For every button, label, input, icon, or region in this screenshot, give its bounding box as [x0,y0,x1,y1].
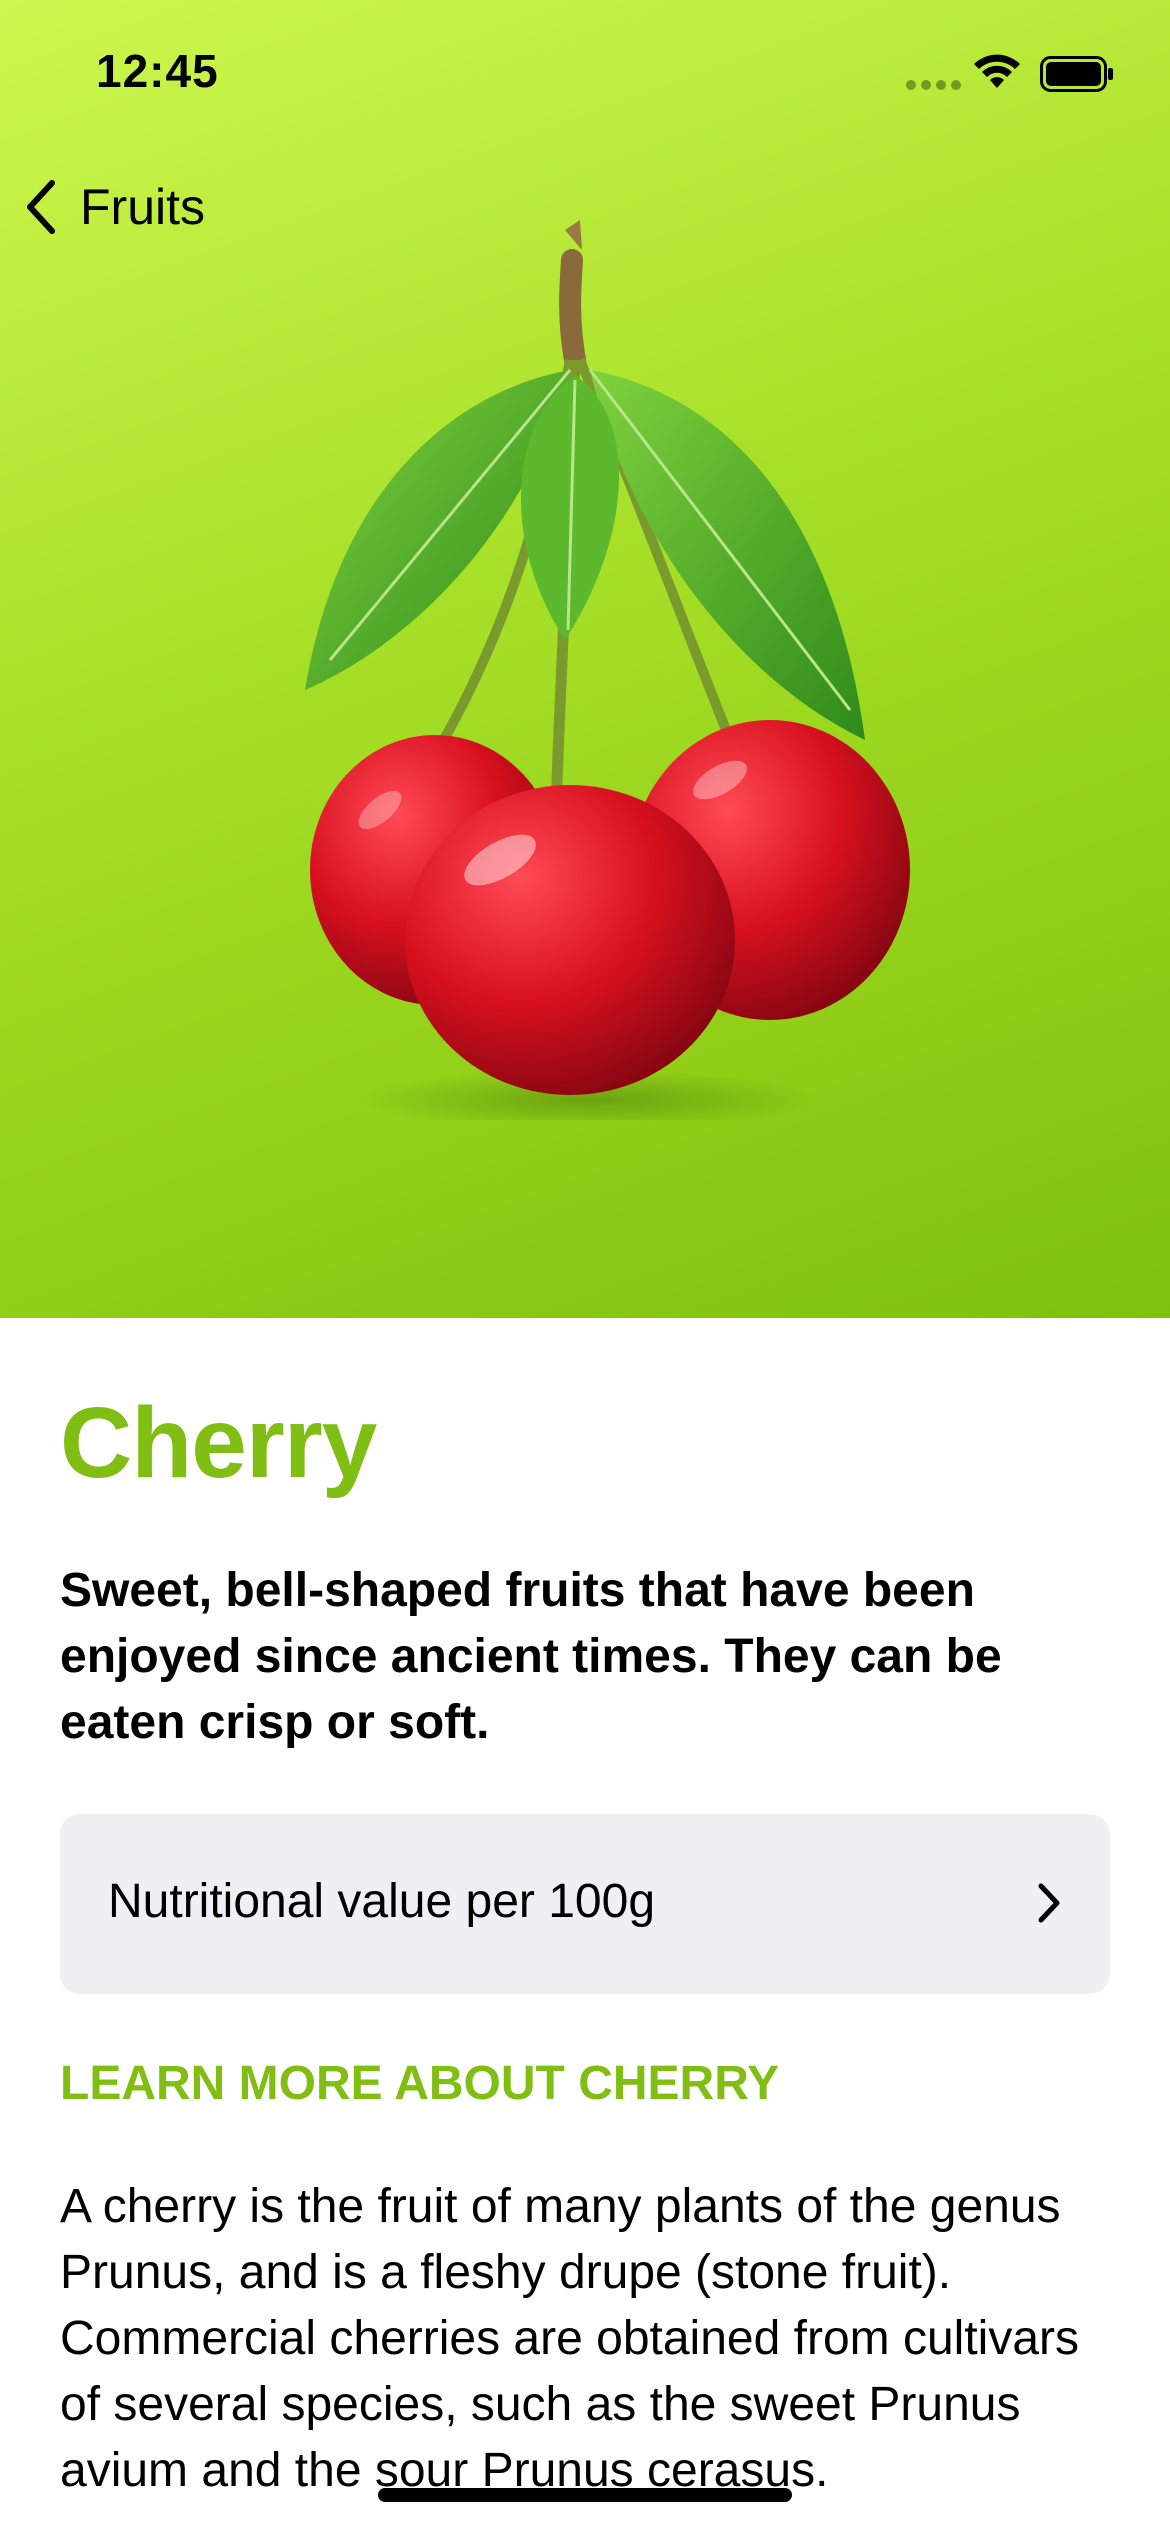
nutrition-row[interactable]: Nutritional value per 100g [60,1814,1110,1994]
fruit-headline: Sweet, bell-shaped fruits that have been… [60,1564,1002,1749]
back-button[interactable]: Fruits [22,172,205,242]
battery-icon [1040,56,1113,92]
home-indicator[interactable] [378,2488,792,2502]
chevron-right-icon [1038,1883,1060,1923]
learn-more-header: LEARN MORE ABOUT CHERRY [60,2057,780,2110]
fruit-description: A cherry is the fruit of many plants of … [60,2180,1080,2497]
chevron-left-icon [27,180,55,234]
back-button-label: Fruits [80,179,205,235]
status-bar: 12:45 [0,0,1170,150]
fruit-title: Cherry [60,1387,377,1499]
status-time: 12:45 [96,45,219,97]
cellular-signal-icon [906,80,962,90]
nutrition-row-label: Nutritional value per 100g [108,1875,656,1928]
hero-header: 12:45 Fruits [0,0,1170,1318]
cherry-image [305,220,910,1120]
wifi-icon [974,54,1020,88]
